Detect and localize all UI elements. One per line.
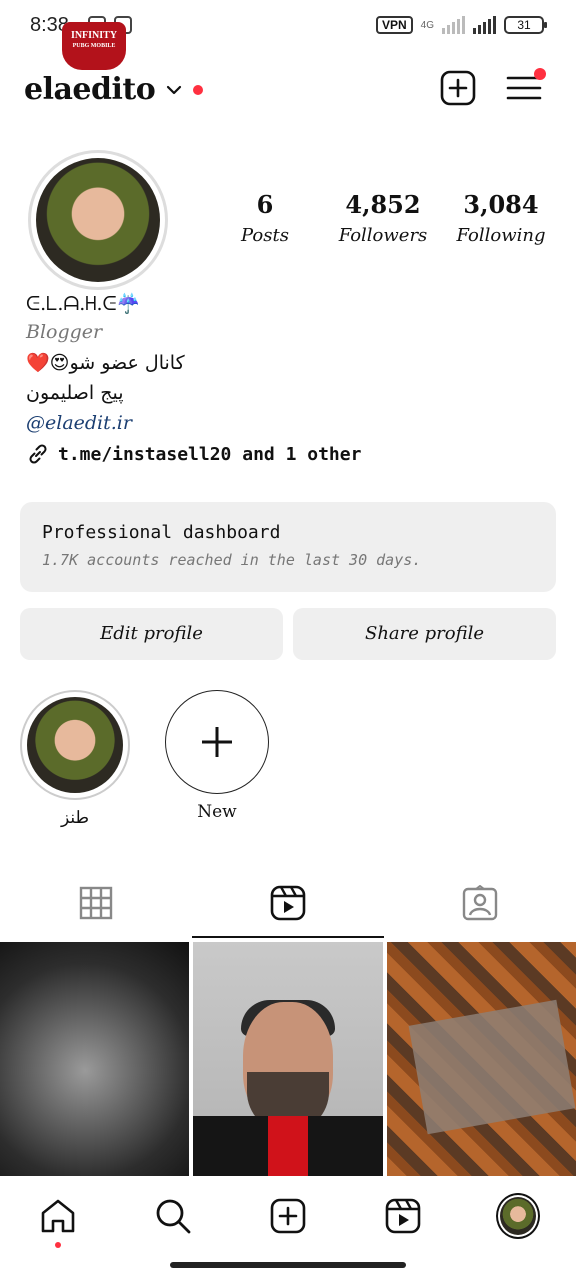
story-highlights: طنز New <box>20 690 272 828</box>
link-text: t.me/instasell20 and 1 other <box>58 443 362 465</box>
plus-square-icon <box>440 70 476 106</box>
share-profile-button[interactable]: Share profile <box>293 608 556 660</box>
battery-icon: 31 <box>504 16 547 34</box>
reels-icon <box>270 885 306 921</box>
avatar-image <box>500 1197 537 1235</box>
notification-dot <box>193 84 204 95</box>
highlight-cover <box>20 690 130 800</box>
tab-tagged[interactable] <box>384 868 576 938</box>
gesture-home-bar[interactable] <box>170 1262 406 1268</box>
home-icon <box>41 1199 74 1233</box>
category-label: Blogger <box>26 321 103 343</box>
professional-dashboard[interactable]: Professional dashboard 1.7K accounts rea… <box>20 502 556 592</box>
stat-posts[interactable]: 6 Posts <box>210 190 320 246</box>
account-switcher[interactable]: elaedito <box>24 72 204 107</box>
highlight-image <box>27 697 123 793</box>
home-notification-dot <box>54 1242 61 1248</box>
search-icon <box>156 1199 191 1234</box>
display-name: ᕮ.ᒪ.ᗩ.ᕼ.ᕮ☔ <box>26 293 141 315</box>
nav-profile[interactable] <box>496 1193 541 1239</box>
bio-external-link[interactable]: t.me/instasell20 and 1 other <box>26 442 556 466</box>
link-icon <box>29 444 47 464</box>
bottom-navigation <box>0 1176 576 1256</box>
profile-actions: Edit profile Share profile <box>20 608 556 660</box>
nav-reels[interactable] <box>381 1194 425 1238</box>
menu-button[interactable] <box>506 68 546 106</box>
pubg-logo: INFINITY PUBG MOBILE <box>62 22 126 70</box>
avatar-image <box>36 158 160 282</box>
dashboard-subtitle: 1.7K accounts reached in the last 30 day… <box>42 551 422 569</box>
menu-notification-dot <box>534 68 546 80</box>
bio-line-1: کانال عضو شو😍❤️ <box>26 352 185 374</box>
plus-icon <box>165 690 269 794</box>
stat-followers[interactable]: 4,852 Followers <box>328 190 438 246</box>
following-count: 3,084 <box>463 190 539 219</box>
status-right: VPN 4G 31 <box>375 16 547 34</box>
bio-line-2: پیج اصلیمون <box>26 382 124 404</box>
reels-grid <box>0 942 576 1176</box>
tagged-person-icon <box>462 885 498 921</box>
new-highlight-button[interactable]: New <box>162 690 272 828</box>
thumb-detail <box>268 1116 309 1176</box>
profile-avatar-icon <box>496 1193 541 1239</box>
posts-label: Posts <box>241 225 289 246</box>
posts-count: 6 <box>256 190 274 219</box>
nav-create[interactable] <box>266 1194 310 1238</box>
profile-avatar[interactable] <box>28 150 168 290</box>
create-button[interactable] <box>440 70 476 106</box>
followers-label: Followers <box>338 225 428 246</box>
profile-stats: 6 Posts 4,852 Followers 3,084 Following <box>210 190 556 246</box>
followers-count: 4,852 <box>345 190 421 219</box>
tab-reels[interactable] <box>192 868 384 938</box>
profile-bio: ᕮ.ᒪ.ᗩ.ᕼ.ᕮ☔ Blogger کانال عضو شو😍❤️ پیج ا… <box>26 292 556 466</box>
reel-thumbnail[interactable] <box>0 942 190 1176</box>
nav-search[interactable] <box>151 1194 195 1238</box>
profile-tabs <box>0 868 576 938</box>
reel-thumbnail[interactable] <box>386 942 576 1176</box>
header-actions <box>440 68 546 106</box>
highlight-item[interactable]: طنز <box>20 690 130 828</box>
reels-icon <box>385 1198 421 1234</box>
highlight-label: طنز <box>60 808 90 828</box>
username: elaedito <box>24 72 156 107</box>
reel-thumbnail[interactable] <box>193 942 383 1176</box>
logo-text: INFINITY <box>70 30 118 41</box>
grid-icon <box>79 886 113 920</box>
vpn-badge: VPN <box>375 16 413 34</box>
chevron-down-icon <box>167 85 182 94</box>
new-highlight-label: New <box>197 802 237 822</box>
bio-handle-link[interactable]: @elaedit.ir <box>26 412 556 434</box>
nav-home[interactable] <box>36 1194 80 1248</box>
thumb-detail <box>408 999 576 1135</box>
network-type: 4G <box>420 19 434 31</box>
signal-icon-1 <box>442 16 465 34</box>
edit-profile-button[interactable]: Edit profile <box>20 608 283 660</box>
tab-posts[interactable] <box>0 868 192 938</box>
logo-sub: PUBG MOBILE <box>72 43 116 49</box>
following-label: Following <box>456 225 546 246</box>
signal-icon-2 <box>473 16 496 34</box>
plus-square-icon <box>270 1198 306 1234</box>
dashboard-title: Professional dashboard <box>42 522 281 543</box>
stat-following[interactable]: 3,084 Following <box>446 190 556 246</box>
